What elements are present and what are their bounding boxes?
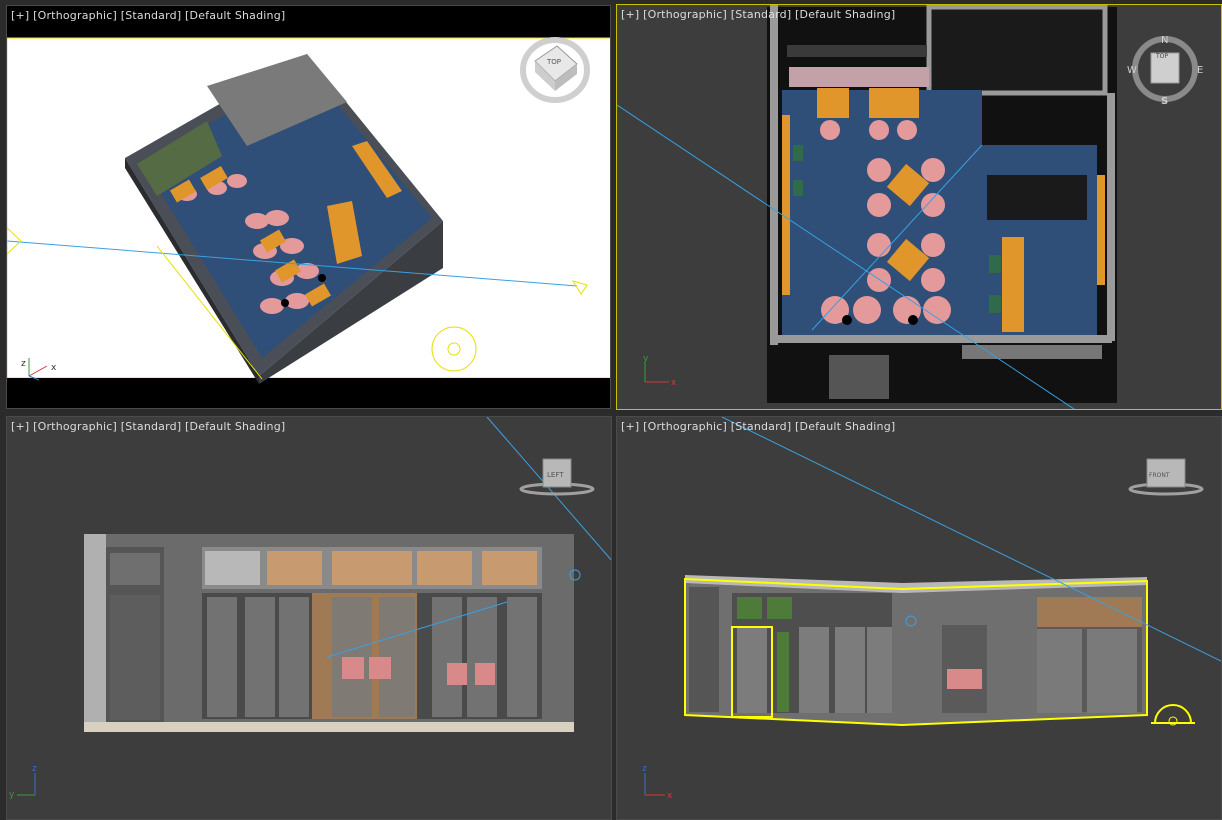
viewport-renderer-menu[interactable]: [Standard] <box>121 420 182 433</box>
viewport-label[interactable]: [+] [Orthographic] [Standard] [Default S… <box>621 8 895 21</box>
facade-elevation[interactable] <box>84 534 574 732</box>
viewport-menu-plus[interactable]: [+] <box>11 420 29 433</box>
svg-text:z: z <box>32 764 37 774</box>
viewport-renderer-menu[interactable]: [Standard] <box>121 9 182 22</box>
svg-text:FRONT: FRONT <box>1149 472 1170 479</box>
viewport-menu-plus[interactable]: [+] <box>11 9 29 22</box>
light-helper-icon[interactable] <box>1151 704 1195 726</box>
svg-text:z: z <box>21 359 26 369</box>
svg-text:TOP: TOP <box>546 58 561 66</box>
svg-text:x: x <box>671 378 677 388</box>
svg-text:z: z <box>642 764 647 774</box>
viewport-view-menu[interactable]: [Orthographic] <box>33 420 117 433</box>
viewcube[interactable]: LEFT <box>519 458 595 496</box>
viewport-view-menu[interactable]: [Orthographic] <box>33 9 117 22</box>
svg-text:TOP: TOP <box>1155 53 1168 60</box>
viewport-canvas[interactable]: LEFT z y <box>7 417 612 820</box>
viewport-shading-menu[interactable]: [Default Shading] <box>185 9 285 22</box>
viewport-view-menu[interactable]: [Orthographic] <box>643 8 727 21</box>
viewcube-compass[interactable]: TOP N S E W <box>1127 35 1203 107</box>
viewport-renderer-menu[interactable]: [Standard] <box>731 8 792 21</box>
svg-text:E: E <box>1197 65 1203 76</box>
viewport-label[interactable]: [+] [Orthographic] [Standard] [Default S… <box>11 420 285 433</box>
viewport-menu-plus[interactable]: [+] <box>621 420 639 433</box>
svg-text:x: x <box>667 791 673 801</box>
viewport-renderer-menu[interactable]: [Standard] <box>731 420 792 433</box>
viewport-bottom-right[interactable]: [+] [Orthographic] [Standard] [Default S… <box>616 416 1222 820</box>
viewport-top-left[interactable]: [+] [Orthographic] [Standard] [Default S… <box>6 5 611 409</box>
viewport-shading-menu[interactable]: [Default Shading] <box>795 8 895 21</box>
svg-text:LEFT: LEFT <box>547 471 564 479</box>
viewport-canvas[interactable]: FRONT z x <box>617 417 1222 820</box>
viewport-menu-plus[interactable]: [+] <box>621 8 639 21</box>
viewport-canvas[interactable]: TOP N S E W y x <box>617 5 1222 410</box>
viewport-label[interactable]: [+] [Orthographic] [Standard] [Default S… <box>11 9 285 22</box>
viewport-label[interactable]: [+] [Orthographic] [Standard] [Default S… <box>621 420 895 433</box>
viewport-shading-menu[interactable]: [Default Shading] <box>185 420 285 433</box>
viewcube[interactable]: FRONT <box>1128 458 1204 496</box>
viewport-bottom-left[interactable]: [+] [Orthographic] [Standard] [Default S… <box>6 416 612 820</box>
svg-text:x: x <box>51 363 57 373</box>
viewport-view-menu[interactable]: [Orthographic] <box>643 420 727 433</box>
axis-gizmo: y x <box>643 354 677 388</box>
viewport-canvas[interactable]: TOP z x <box>7 6 611 409</box>
svg-text:y: y <box>9 790 15 800</box>
axis-gizmo: z x <box>642 764 673 801</box>
svg-text:S: S <box>1161 96 1168 107</box>
axis-gizmo: z y <box>9 764 37 800</box>
viewport-top-right[interactable]: [+] [Orthographic] [Standard] [Default S… <box>616 4 1222 410</box>
building-front-model[interactable] <box>684 575 1148 727</box>
svg-text:y: y <box>643 354 649 364</box>
svg-text:W: W <box>1127 65 1137 76</box>
svg-text:N: N <box>1161 35 1168 46</box>
floor-plan-model[interactable] <box>767 5 1117 403</box>
viewport-shading-menu[interactable]: [Default Shading] <box>795 420 895 433</box>
